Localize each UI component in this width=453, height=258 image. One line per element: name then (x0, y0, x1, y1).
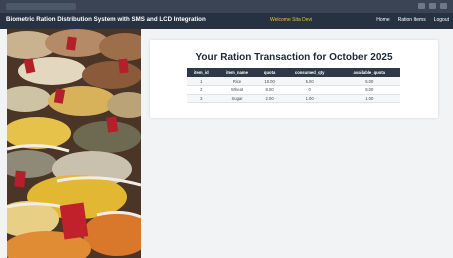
table-cell: 2.00 (258, 94, 281, 103)
welcome-message: Welcome Sita Devi (270, 17, 313, 23)
table-cell: 10.00 (258, 77, 281, 86)
table-cell: 5.00 (338, 77, 400, 86)
table-cell: 8.00 (258, 85, 281, 95)
column-header-available-quota: available_quota (338, 68, 400, 77)
browser-chrome (0, 0, 453, 13)
ration-transaction-card: Your Ration Transaction for October 2025… (150, 40, 438, 118)
maximize-icon[interactable] (429, 3, 436, 9)
table-cell: 1.00 (338, 94, 400, 103)
table-cell: 1 (187, 77, 216, 86)
page-title: Your Ration Transaction for October 2025 (195, 52, 393, 63)
browser-tab[interactable] (6, 3, 76, 10)
nav-link-logout[interactable]: Logout (434, 17, 449, 23)
table-cell: 8.00 (338, 85, 400, 95)
table-cell: 3 (187, 94, 216, 103)
nav-links: Home Ration Items Logout (376, 17, 449, 23)
table-cell: Rice (215, 77, 259, 86)
table-cell: Sugar (215, 94, 259, 103)
table-row: 1 Rice 10.00 5.00 5.00 (187, 77, 400, 86)
table-cell: 0 (280, 85, 339, 95)
navbar: Biometric Ration Distribution System wit… (0, 13, 453, 29)
table-row: 3 Sugar 2.00 1.00 1.00 (187, 94, 400, 103)
close-icon[interactable] (440, 3, 447, 9)
table-cell: 5.00 (280, 77, 339, 86)
table-cell: Wheat (215, 85, 259, 95)
nav-link-ration-items[interactable]: Ration Items (398, 17, 426, 23)
column-header-consumed-qty: consumed_qty (280, 68, 339, 77)
table-cell: 2 (187, 85, 216, 95)
brand-title[interactable]: Biometric Ration Distribution System wit… (6, 16, 206, 23)
ration-table: item_id item_name quota consumed_qty ava… (187, 68, 400, 103)
minimize-icon[interactable] (418, 3, 425, 9)
grain-market-image (7, 29, 141, 258)
table-header-row: item_id item_name quota consumed_qty ava… (187, 68, 400, 77)
nav-link-home[interactable]: Home (376, 17, 389, 23)
table-cell: 1.00 (280, 94, 339, 103)
window-controls (418, 3, 447, 9)
column-header-item-name: item_name (215, 68, 259, 77)
column-header-item-id: item_id (187, 68, 216, 77)
table-row: 2 Wheat 8.00 0 8.00 (187, 85, 400, 95)
column-header-quota: quota (258, 68, 281, 77)
